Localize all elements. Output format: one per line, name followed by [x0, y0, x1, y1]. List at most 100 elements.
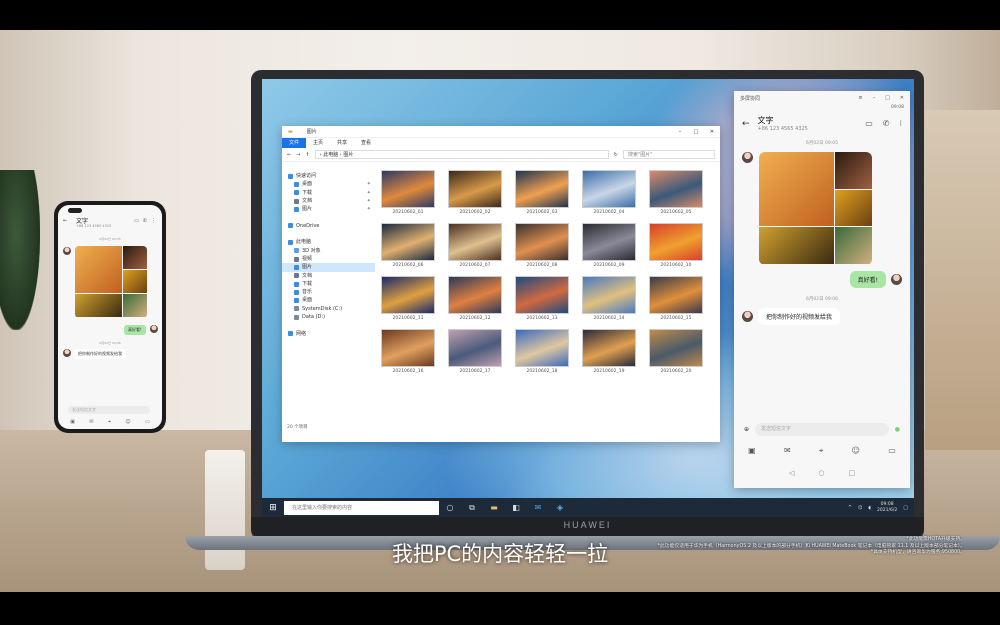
file-thumbnail-item[interactable]: 20210602_14	[581, 276, 637, 321]
voice-call-icon[interactable]: ✆	[883, 119, 890, 128]
mirror-close-icon[interactable]: ✕	[900, 95, 904, 101]
nav-item[interactable]: 图片	[282, 263, 375, 272]
phone-folder-icon[interactable]: ▭	[145, 419, 150, 425]
windows-start-icon[interactable]: ⊞	[262, 503, 284, 513]
task-view-icon[interactable]: ⧉	[461, 503, 483, 513]
file-thumbnail-item[interactable]: 20210602_13	[514, 276, 570, 321]
phone-video-call-icon[interactable]: ▭	[134, 218, 139, 224]
message-input[interactable]: 发送短信文字	[755, 423, 889, 436]
ribbon-tab-home[interactable]: 主页	[306, 138, 330, 148]
phone-more-icon[interactable]: ⋮	[151, 218, 156, 224]
emoji-icon[interactable]: ☺	[852, 446, 860, 456]
file-thumbnail-item[interactable]: 20210602_02	[447, 170, 503, 215]
add-attachment-icon[interactable]: ⊕	[744, 426, 749, 433]
phone-back-icon[interactable]: ←	[63, 218, 67, 224]
file-thumbnail-item[interactable]: 20210602_04	[581, 170, 637, 215]
file-thumbnail-item[interactable]: 20210602_10	[648, 223, 704, 268]
mail-taskbar-icon[interactable]: ✉	[527, 503, 549, 512]
file-thumbnail-item[interactable]: 20210602_07	[447, 223, 503, 268]
explorer-title: 图片	[306, 129, 317, 135]
nav-item[interactable]: 网络	[282, 330, 375, 338]
nav-item[interactable]: SystemDisk (C:)	[282, 305, 375, 313]
notification-icon[interactable]: ▢	[903, 505, 908, 511]
file-thumbnail-item[interactable]: 20210602_19	[581, 329, 637, 374]
phone-location-icon[interactable]: ⌖	[108, 419, 111, 425]
file-thumbnail-item[interactable]: 20210602_03	[514, 170, 570, 215]
nav-item[interactable]: 桌面 ✦	[282, 180, 375, 188]
nav-back-icon[interactable]: ◁	[789, 469, 794, 477]
mirror-titlebar: 多屏协同 ≡ – □ ✕	[734, 91, 910, 105]
file-thumbnail-item[interactable]: 20210602_17	[447, 329, 503, 374]
location-icon[interactable]: ⌖	[819, 446, 824, 456]
image-icon[interactable]: ▣	[748, 446, 756, 456]
phone-message-input[interactable]: 发送短信文字	[68, 406, 150, 414]
send-icon[interactable]: ●	[895, 426, 900, 433]
explorer-search-input[interactable]: 搜索"图片"	[623, 150, 715, 159]
photo-thumbnail	[515, 329, 569, 367]
mirror-title: 多屏协同	[740, 95, 761, 102]
file-thumbnail-item[interactable]: 20210602_01	[380, 170, 436, 215]
ribbon-tab-share[interactable]: 共享	[330, 138, 354, 148]
address-bar[interactable]: › 此电脑 › 图片	[314, 150, 609, 159]
file-thumbnail-item[interactable]: 20210602_12	[447, 276, 503, 321]
phone-mail-icon[interactable]: ✉	[89, 419, 93, 425]
nav-recent-icon[interactable]: □	[848, 469, 855, 477]
folder-icon[interactable]: ▭	[888, 446, 896, 456]
file-name: 20210602_01	[392, 210, 424, 215]
cortana-icon[interactable]: ○	[439, 503, 461, 512]
file-thumbnail-item[interactable]: 20210602_16	[380, 329, 436, 374]
mirror-minimize-icon[interactable]: –	[873, 95, 876, 101]
nav-item[interactable]: 视频	[282, 255, 375, 263]
file-thumbnail-item[interactable]: 20210602_06	[380, 223, 436, 268]
phone-photo-collage[interactable]	[75, 246, 147, 318]
nav-item[interactable]: 快速访问	[282, 172, 375, 180]
nav-item[interactable]: 此电脑	[282, 238, 375, 246]
nav-item[interactable]: 图片 ✦	[282, 205, 375, 213]
photo-collage[interactable]	[759, 152, 872, 265]
refresh-icon[interactable]: ↻	[614, 152, 618, 158]
phone-image-icon[interactable]: ▣	[70, 419, 75, 425]
nav-item[interactable]: 下载	[282, 280, 375, 288]
nav-item[interactable]: 文档 ✦	[282, 197, 375, 205]
chat-back-icon[interactable]: ←	[742, 119, 750, 129]
file-thumbnail-item[interactable]: 20210602_09	[581, 223, 637, 268]
nav-item[interactable]: Data (D:)	[282, 313, 375, 321]
up-arrow-icon[interactable]: ↑	[305, 152, 309, 158]
file-thumbnail-item[interactable]: 20210602_08	[514, 223, 570, 268]
file-explorer-taskbar-icon[interactable]: ▬	[483, 503, 505, 512]
close-icon[interactable]: ✕	[704, 129, 720, 135]
volume-icon[interactable]: ◖	[868, 505, 871, 511]
nav-home-icon[interactable]: ○	[818, 469, 824, 477]
phone-call-icon[interactable]: ✆	[143, 218, 147, 224]
nav-item[interactable]: 下载 ✦	[282, 189, 375, 197]
file-thumbnail-item[interactable]: 20210602_15	[648, 276, 704, 321]
mirror-maximize-icon[interactable]: □	[885, 95, 890, 101]
nav-item[interactable]: OneDrive	[282, 222, 375, 230]
taskbar-clock[interactable]: 09:08 2021/6/2	[877, 502, 897, 514]
network-icon[interactable]: ⌬	[858, 505, 862, 511]
file-thumbnail-item[interactable]: 20210602_05	[648, 170, 704, 215]
taskbar-search-input[interactable]: 在这里输入你要搜索的内容	[284, 500, 439, 515]
ribbon-tab-view[interactable]: 查看	[354, 138, 378, 148]
phone-emoji-icon[interactable]: ☺	[125, 419, 130, 425]
back-arrow-icon[interactable]: ←	[287, 152, 291, 158]
minimize-icon[interactable]: –	[672, 129, 688, 135]
store-icon[interactable]: ◧	[505, 503, 527, 512]
file-thumbnail-item[interactable]: 20210602_18	[514, 329, 570, 374]
nav-item[interactable]: 音乐	[282, 288, 375, 296]
multi-screen-taskbar-icon[interactable]: ◈	[549, 503, 571, 512]
file-thumbnail-item[interactable]: 20210602_11	[380, 276, 436, 321]
mirror-menu-icon[interactable]: ≡	[858, 95, 862, 101]
mail-icon[interactable]: ✉	[784, 446, 791, 456]
tray-chevron-icon[interactable]: ^	[848, 505, 852, 511]
file-thumbnail-item[interactable]: 20210602_20	[648, 329, 704, 374]
nav-item[interactable]: 桌面	[282, 296, 375, 304]
phone-received-bubble: 把你制作好的视频发给我	[74, 349, 126, 359]
nav-item[interactable]: 3D 对象	[282, 247, 375, 255]
ribbon-tab-file[interactable]: 文件	[282, 138, 307, 148]
forward-arrow-icon[interactable]: →	[296, 152, 300, 158]
maximize-icon[interactable]: □	[688, 129, 704, 135]
video-call-icon[interactable]: ▭	[865, 119, 873, 128]
nav-item[interactable]: 文档	[282, 272, 375, 280]
more-icon[interactable]: ⁝	[899, 119, 902, 128]
